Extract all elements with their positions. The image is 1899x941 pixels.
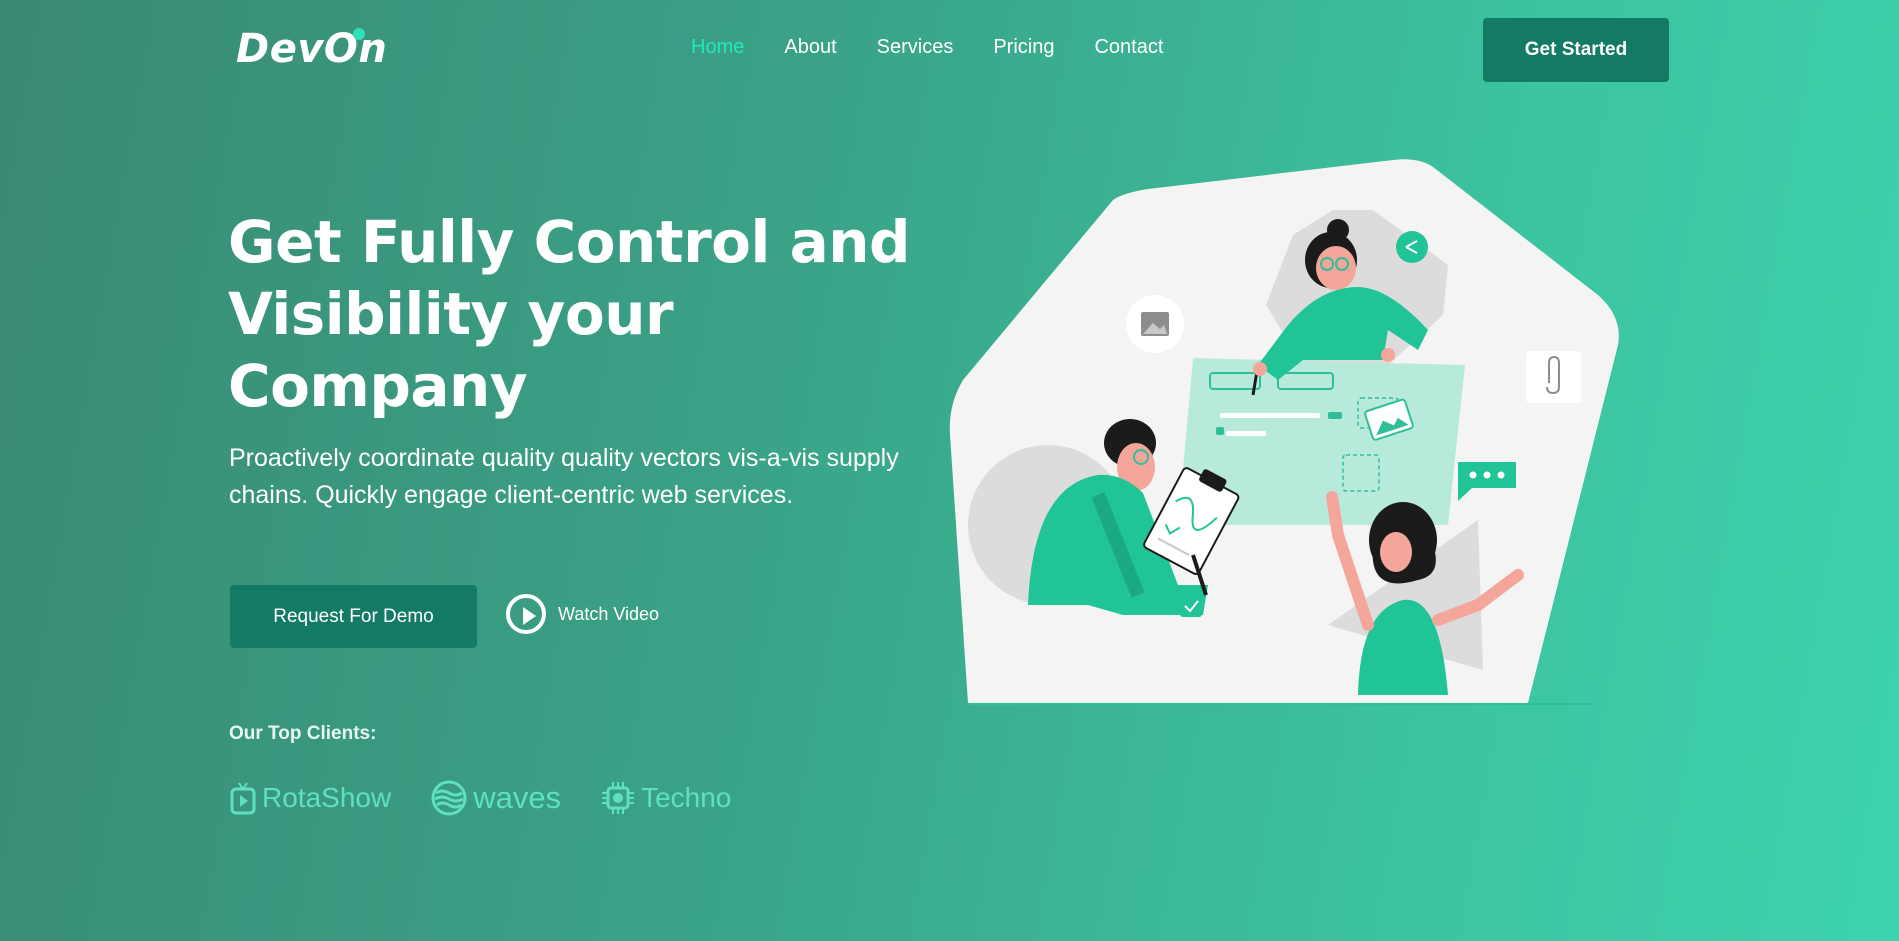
logo-dot-icon	[353, 28, 365, 40]
client-logo-techno: Techno	[601, 781, 731, 815]
hero-title-line-2: Visibility your	[228, 280, 674, 348]
chip-icon	[602, 782, 635, 814]
nav-home[interactable]: Home	[691, 36, 744, 59]
devon-logo[interactable]: DevOn	[236, 24, 396, 74]
client-name: waves	[473, 780, 562, 815]
request-demo-button[interactable]: Request For Demo	[230, 585, 477, 648]
nav-about[interactable]: About	[784, 36, 836, 59]
hero-subtitle-line-1: Proactively coordinate quality quality v…	[229, 444, 899, 472]
hero-title: Get Fully Control and Visibility your Co…	[228, 206, 948, 422]
get-started-button[interactable]: Get Started	[1483, 18, 1669, 82]
waves-icon	[431, 780, 467, 816]
nav-services[interactable]: Services	[877, 36, 954, 59]
watch-video-button[interactable]: Watch Video	[506, 594, 659, 634]
checkbox-icon	[1180, 595, 1202, 617]
paperclip-icon	[1526, 351, 1581, 403]
hero-title-line-1: Get Fully Control and	[228, 208, 911, 276]
play-icon	[506, 594, 546, 634]
watch-video-label: Watch Video	[558, 603, 660, 624]
tv-icon	[230, 782, 256, 815]
client-name: Techno	[641, 782, 732, 813]
clients-heading: Our Top Clients:	[229, 723, 377, 744]
client-logos: RotaShow waves Techno	[230, 780, 731, 816]
main-nav: Home About Services Pricing Contact	[691, 36, 1163, 59]
client-logo-waves: waves	[431, 780, 561, 816]
hero-subtitle: Proactively coordinate quality quality v…	[229, 440, 959, 514]
team-collaboration-illustration	[949, 159, 1619, 705]
nav-pricing[interactable]: Pricing	[993, 36, 1054, 59]
hero-title-line-3: Company	[228, 352, 528, 420]
share-icon	[1396, 231, 1428, 263]
hero-subtitle-line-2: chains. Quickly engage client-centric we…	[229, 481, 794, 509]
client-name: RotaShow	[262, 782, 392, 813]
client-logo-rotashow: RotaShow	[230, 781, 391, 815]
nav-contact[interactable]: Contact	[1094, 36, 1163, 59]
